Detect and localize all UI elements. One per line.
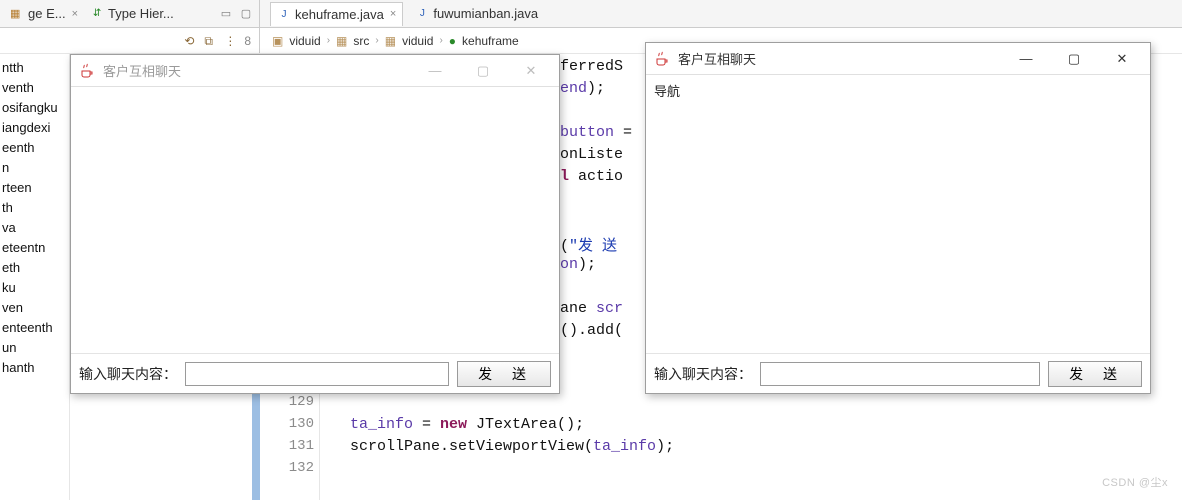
pkg-icon: ▦ [385, 34, 396, 48]
code-line: ane scr [560, 300, 623, 317]
outline-item[interactable]: ven [2, 298, 69, 318]
minimize-button[interactable]: — [1006, 46, 1046, 72]
link-icon[interactable]: ⟲ [184, 34, 198, 48]
input-label: 输入聊天内容： [79, 364, 177, 384]
outline-sidebar: ntthventhosifangkuiangdexieenthnrteenthv… [0, 54, 70, 500]
titlebar[interactable]: 客户互相聊天 — ▢ ✕ [71, 55, 559, 87]
menu-icon[interactable]: ⋮ [224, 34, 238, 48]
crumb-label[interactable]: viduid [402, 34, 433, 48]
code-line: l actio [560, 168, 623, 185]
chat-input[interactable] [185, 362, 449, 386]
close-icon[interactable]: × [72, 8, 78, 20]
maximize-icon[interactable]: ▢ [239, 7, 253, 21]
code-line: scrollPane.setViewportView(ta_info); [350, 438, 674, 455]
collapse-icon[interactable]: ⧉ [204, 34, 218, 48]
left-toolbar: ⟲ ⧉ ⋮ 8 [0, 28, 260, 53]
watermark: CSDN @尘x [1102, 474, 1168, 490]
code-line: ferredS [560, 58, 623, 75]
outline-item[interactable]: eenth [2, 138, 69, 158]
outline-item[interactable]: ku [2, 278, 69, 298]
chat-input[interactable] [760, 362, 1040, 386]
crumb-label[interactable]: src [353, 34, 369, 48]
outline-item[interactable]: osifangku [2, 98, 69, 118]
code-line: onListe [560, 146, 623, 163]
chevron-right-icon: › [375, 35, 378, 46]
crumb-label[interactable]: kehuframe [462, 34, 519, 48]
tab-label: ge E... [28, 6, 66, 21]
java-icon: J [277, 7, 291, 21]
type-icon: ⇵ [90, 7, 104, 21]
code-line: ().add( [560, 322, 623, 339]
send-button[interactable]: 发 送 [457, 361, 551, 387]
outline-item[interactable]: th [2, 198, 69, 218]
close-button[interactable]: ✕ [1102, 46, 1142, 72]
code-line: button = [560, 124, 632, 141]
outline-item[interactable]: venth [2, 78, 69, 98]
outline-item[interactable]: ntth [2, 58, 69, 78]
code-line: on); [560, 256, 596, 273]
minimize-button[interactable]: — [415, 58, 455, 84]
chat-input-row: 输入聊天内容： 发 送 [646, 353, 1150, 393]
minimize-icon[interactable]: ▭ [219, 7, 233, 21]
crumb-label[interactable]: viduid [289, 34, 320, 48]
tab-label: fuwumianban.java [433, 6, 538, 21]
src-icon: ▦ [336, 34, 347, 48]
code-line: end); [560, 80, 605, 97]
close-icon[interactable]: × [390, 8, 396, 20]
outline-item[interactable]: enteenth [2, 318, 69, 338]
tab-kehuframe[interactable]: J kehuframe.java × [270, 2, 403, 26]
tab-label: Type Hier... [108, 6, 174, 21]
java-cup-icon [654, 51, 670, 67]
input-label: 输入聊天内容： [654, 364, 752, 384]
outline-item[interactable]: eteentn [2, 238, 69, 258]
window-title: 客户互相聊天 [103, 61, 181, 80]
chat-log [71, 87, 559, 353]
line-number: 131 [274, 438, 314, 454]
chat-window-right[interactable]: 客户互相聊天 — ▢ ✕ 导航 输入聊天内容： 发 送 [645, 42, 1151, 394]
code-line: ("发 送 [560, 234, 617, 255]
outline-item[interactable]: un [2, 338, 69, 358]
outline-item[interactable]: iangdexi [2, 118, 69, 138]
left-tab-group: ▦ ge E... × ⇵ Type Hier... ▭ ▢ [0, 0, 260, 27]
outline-item[interactable]: eth [2, 258, 69, 278]
tab-type-hierarchy[interactable]: ⇵ Type Hier... [84, 2, 180, 26]
tab-fuwumianban[interactable]: J fuwumianban.java [409, 2, 544, 26]
outline-item[interactable]: va [2, 218, 69, 238]
titlebar[interactable]: 客户互相聊天 — ▢ ✕ [646, 43, 1150, 75]
package-icon: ▦ [10, 7, 24, 21]
tab-label: kehuframe.java [295, 7, 384, 22]
proj-icon: ▣ [272, 34, 283, 48]
java-icon: J [415, 7, 429, 21]
chat-log: 导航 [646, 75, 1150, 353]
java-cup-icon [79, 63, 95, 79]
chevron-right-icon: › [327, 35, 330, 46]
window-title: 客户互相聊天 [678, 49, 756, 68]
line-number: 130 [274, 416, 314, 432]
class-icon: ● [449, 34, 456, 48]
send-button[interactable]: 发 送 [1048, 361, 1142, 387]
line-number: 129 [274, 394, 314, 410]
pane-controls: ▭ ▢ [219, 7, 259, 21]
tab-package-explorer[interactable]: ▦ ge E... × [4, 2, 84, 26]
close-button[interactable]: ✕ [511, 58, 551, 84]
chevron-right-icon: › [439, 35, 442, 46]
breadcrumb: ▣ viduid › ▦ src › ▦ viduid › ● kehufram… [260, 28, 519, 53]
outline-item[interactable]: n [2, 158, 69, 178]
outline-item[interactable]: hanth [2, 358, 69, 378]
chat-window-left[interactable]: 客户互相聊天 — ▢ ✕ 输入聊天内容： 发 送 [70, 54, 560, 394]
maximize-button[interactable]: ▢ [463, 58, 503, 84]
ide-tab-strip: ▦ ge E... × ⇵ Type Hier... ▭ ▢ J kehufra… [0, 0, 1182, 28]
outline-item[interactable]: rteen [2, 178, 69, 198]
code-line: ta_info = new JTextArea(); [350, 416, 584, 433]
toolbar-num: 8 [244, 34, 251, 48]
maximize-button[interactable]: ▢ [1054, 46, 1094, 72]
editor-tab-group: J kehuframe.java × J fuwumianban.java [260, 0, 544, 27]
chat-input-row: 输入聊天内容： 发 送 [71, 353, 559, 393]
line-number: 132 [274, 460, 314, 476]
